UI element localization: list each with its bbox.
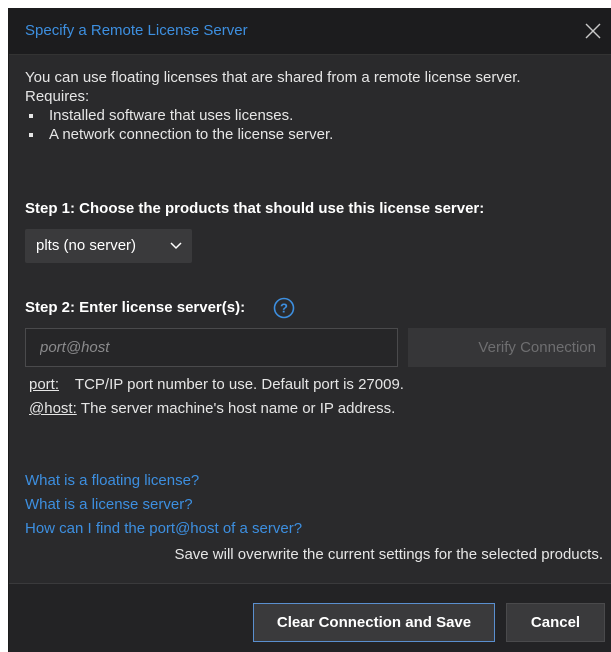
cancel-button[interactable]: Cancel bbox=[506, 603, 605, 642]
svg-text:?: ? bbox=[280, 301, 288, 316]
close-button[interactable] bbox=[581, 19, 605, 43]
intro-line-1: You can use floating licenses that are s… bbox=[25, 69, 521, 86]
product-select-value: plts (no server) bbox=[36, 237, 137, 254]
dialog-footer: Clear Connection and Save Cancel bbox=[9, 583, 611, 652]
intro-text: You can use floating licenses that are s… bbox=[25, 68, 605, 144]
requirement-text: A network connection to the license serv… bbox=[49, 126, 334, 143]
dialog-title: Specify a Remote License Server bbox=[25, 22, 248, 39]
intro-requires: Requires: bbox=[25, 88, 90, 105]
license-server-dialog: Specify a Remote License Server You can … bbox=[8, 8, 611, 652]
bullet-icon bbox=[29, 114, 33, 118]
host-description-text: The server machine's host name or IP add… bbox=[80, 400, 396, 417]
port-term: port: bbox=[29, 376, 60, 393]
product-select-dropdown[interactable]: plts (no server) bbox=[25, 229, 192, 263]
floating-license-help-link[interactable]: What is a floating license? bbox=[25, 472, 199, 489]
list-item: Installed software that uses licenses. bbox=[25, 106, 605, 125]
help-button[interactable]: ? bbox=[273, 297, 295, 319]
dialog-titlebar: Specify a Remote License Server bbox=[9, 8, 611, 55]
close-icon bbox=[585, 23, 601, 39]
license-server-input[interactable] bbox=[25, 328, 398, 367]
port-description-text: TCP/IP port number to use. Default port … bbox=[74, 376, 404, 393]
clear-connection-and-save-button[interactable]: Clear Connection and Save bbox=[253, 603, 495, 642]
chevron-down-icon bbox=[170, 242, 182, 250]
question-circle-icon: ? bbox=[273, 297, 295, 319]
port-description: port: TCP/IP port number to use. Default… bbox=[29, 376, 404, 393]
list-item: A network connection to the license serv… bbox=[25, 125, 605, 144]
requirements-list: Installed software that uses licenses. A… bbox=[25, 106, 605, 144]
save-note: Save will overwrite the current settings… bbox=[174, 546, 603, 563]
port-host-help-link[interactable]: How can I find the port@host of a server… bbox=[25, 520, 302, 537]
requirement-text: Installed software that uses licenses. bbox=[49, 107, 294, 124]
step2-label: Step 2: Enter license server(s): bbox=[25, 299, 246, 316]
license-server-help-link[interactable]: What is a license server? bbox=[25, 496, 193, 513]
host-description: @host: The server machine's host name or… bbox=[29, 400, 395, 417]
verify-connection-button[interactable]: Verify Connection bbox=[408, 328, 606, 367]
bullet-icon bbox=[29, 133, 33, 137]
step1-label: Step 1: Choose the products that should … bbox=[25, 200, 485, 217]
host-term: @host: bbox=[29, 400, 77, 417]
